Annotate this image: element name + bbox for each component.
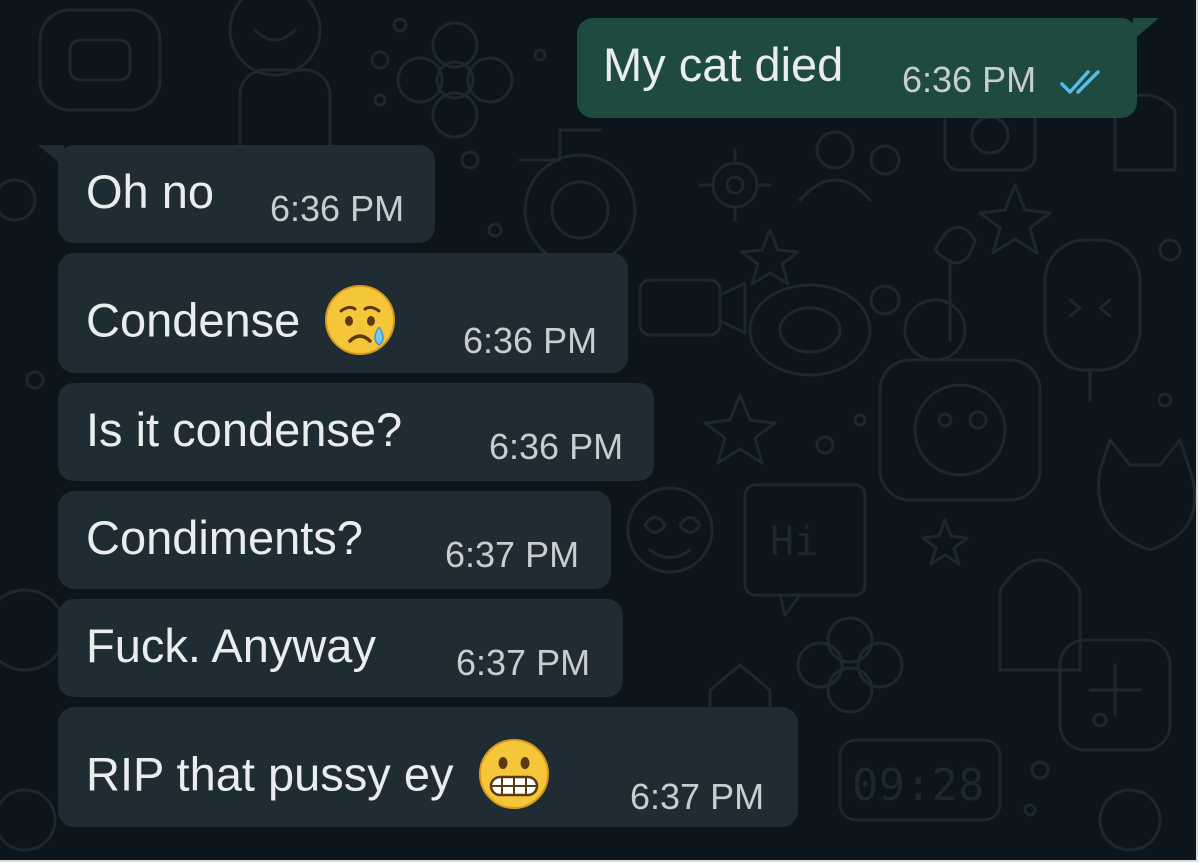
message-bubble-outgoing[interactable]: My cat died 6:36 PM	[577, 18, 1159, 118]
message-text: Condiments?	[86, 511, 363, 564]
message-text-content: RIP that pussy ey	[86, 747, 454, 801]
grimacing-face-emoji	[478, 739, 549, 809]
message-text: Is it condense?	[86, 403, 403, 456]
message-text: Fuck. Anyway	[86, 619, 376, 672]
message-bubble-incoming[interactable]: RIP that pussy ey 6:37 PM	[58, 707, 798, 827]
message-text: RIP that pussy ey	[86, 739, 551, 815]
message-text: Oh no	[86, 165, 215, 218]
message-bubble-incoming[interactable]: Fuck. Anyway 6:37 PM	[58, 599, 623, 697]
message-bubble-incoming[interactable]: Condense 6:36 PM	[58, 253, 628, 373]
message-text-content: Condense	[86, 293, 301, 347]
message-timestamp: 6:36 PM	[270, 188, 405, 229]
message-bubble-incoming[interactable]: Condiments? 6:37 PM	[58, 491, 611, 589]
message-timestamp: 6:37 PM	[630, 776, 765, 817]
chat-window: Hi 09:28 My cat died 6:36 PM Oh no 6:36 …	[0, 0, 1198, 862]
double-check-icon	[1060, 70, 1100, 94]
message-text: My cat died	[603, 38, 844, 91]
bubble-tail	[1133, 18, 1159, 40]
message-timestamp: 6:36 PM	[463, 320, 598, 361]
message-bubble-incoming[interactable]: Is it condense? 6:36 PM	[58, 383, 654, 481]
message-bubble-incoming[interactable]: Oh no 6:36 PM	[38, 145, 435, 243]
message-timestamp: 6:36 PM	[902, 59, 1037, 100]
message-timestamp: 6:37 PM	[445, 534, 580, 575]
svg-text:09:28: 09:28	[852, 760, 984, 811]
crying-face-emoji	[325, 285, 396, 355]
message-text: Condense	[86, 285, 397, 361]
svg-text:Hi: Hi	[770, 519, 818, 565]
bubble-tail	[38, 145, 64, 167]
message-timestamp: 6:36 PM	[489, 426, 624, 467]
message-timestamp: 6:37 PM	[456, 642, 591, 683]
